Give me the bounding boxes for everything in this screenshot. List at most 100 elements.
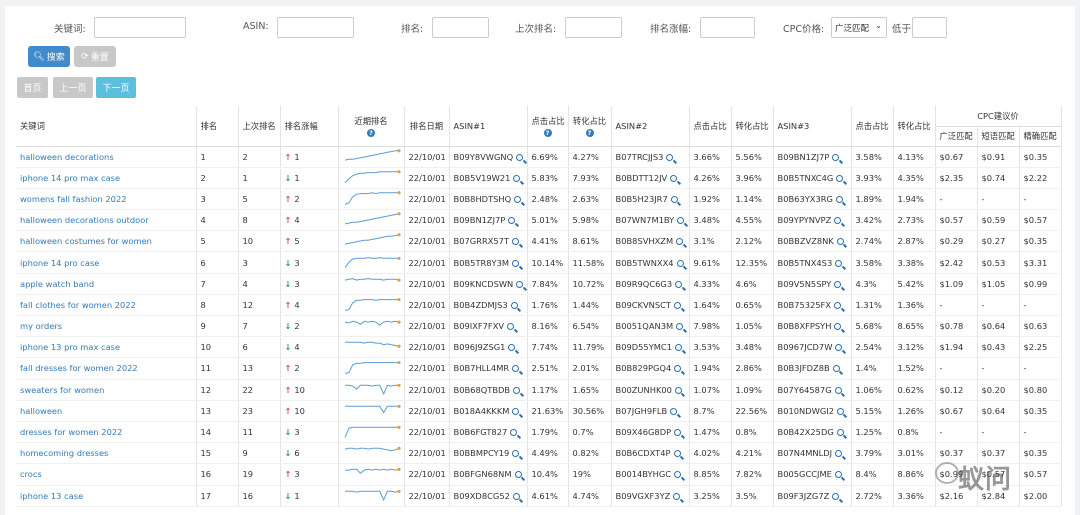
prev-page-button[interactable]: 上一页 <box>53 77 93 98</box>
col-click-share-1[interactable]: 点击占比? <box>527 106 569 147</box>
col-rank-change[interactable]: 排名涨幅 <box>280 106 339 147</box>
col-conv-share-1[interactable]: 转化占比? <box>568 106 612 147</box>
search-icon[interactable] <box>835 195 843 203</box>
search-icon[interactable] <box>670 174 678 182</box>
col-asin3[interactable]: ASIN#3 <box>773 106 852 147</box>
search-icon[interactable] <box>673 492 681 500</box>
keyword-link[interactable]: fall clothes for women 2022 <box>16 294 197 317</box>
help-icon[interactable]: ? <box>585 128 594 137</box>
search-icon[interactable] <box>836 407 844 415</box>
search-icon[interactable] <box>513 174 521 182</box>
col-asin2[interactable]: ASIN#2 <box>611 106 690 147</box>
keyword-link[interactable]: iphone 13 pro max case <box>16 336 197 359</box>
keyword-link[interactable]: iphone 14 pro max case <box>16 167 197 189</box>
search-icon[interactable] <box>835 450 843 458</box>
search-icon[interactable] <box>512 450 520 458</box>
col-trend[interactable]: 近期排名? <box>338 106 405 147</box>
search-icon[interactable] <box>676 323 684 331</box>
rank-input[interactable] <box>432 17 489 38</box>
search-icon[interactable] <box>674 301 681 309</box>
search-icon[interactable] <box>508 217 516 225</box>
keyword-link[interactable]: homecoming dresses <box>16 442 197 465</box>
search-icon[interactable] <box>676 259 684 267</box>
keyword-link[interactable]: dresses for women 2022 <box>16 421 197 444</box>
help-icon[interactable]: ? <box>543 128 552 137</box>
keyword-link[interactable]: fall dresses for women 2022 <box>16 357 197 380</box>
search-icon[interactable] <box>676 238 684 246</box>
col-conv-share-3[interactable]: 转化占比 <box>893 106 936 147</box>
search-icon[interactable] <box>677 217 685 225</box>
col-rank[interactable]: 排名 <box>196 106 239 147</box>
keyword-link[interactable]: iphone 14 pro case <box>16 251 197 274</box>
search-icon[interactable] <box>674 429 682 437</box>
search-icon[interactable] <box>835 259 843 267</box>
keyword-link[interactable]: apple watch band <box>16 273 197 295</box>
search-icon[interactable] <box>670 195 678 203</box>
col-cpc-phrase[interactable]: 短语匹配 <box>977 126 1020 147</box>
search-icon[interactable] <box>673 450 681 458</box>
help-icon[interactable]: ? <box>367 128 375 137</box>
keyword-link[interactable]: crocs <box>16 463 197 486</box>
search-icon[interactable] <box>834 301 842 309</box>
search-icon[interactable] <box>516 153 524 161</box>
next-page-button[interactable]: 下一页 <box>96 77 136 98</box>
search-icon[interactable] <box>516 280 524 288</box>
last-rank-input[interactable] <box>565 17 622 38</box>
search-icon[interactable] <box>834 280 842 288</box>
search-icon[interactable] <box>510 429 518 437</box>
cpc-match-select[interactable]: 广泛匹配 ⌄ <box>831 17 887 38</box>
search-icon[interactable] <box>514 471 522 479</box>
search-icon[interactable] <box>510 301 518 309</box>
search-icon[interactable] <box>835 344 843 352</box>
keyword-input[interactable] <box>94 17 186 38</box>
search-icon[interactable] <box>832 153 840 161</box>
keyword-link[interactable]: halloween costumes for women <box>16 230 197 253</box>
keyword-link[interactable]: halloween decorations outdoor <box>16 209 197 232</box>
search-icon[interactable] <box>512 259 520 267</box>
keyword-link[interactable]: womens fall fashion 2022 <box>16 188 197 211</box>
col-last-rank[interactable]: 上次排名 <box>238 106 281 147</box>
search-icon[interactable] <box>670 407 678 415</box>
keyword-link[interactable]: my orders <box>16 315 197 338</box>
keyword-link[interactable]: sweaters for women <box>16 379 197 401</box>
search-icon[interactable] <box>666 153 674 161</box>
col-asin1[interactable]: ASIN#1 <box>449 106 528 147</box>
search-icon[interactable] <box>513 386 521 394</box>
keyword-link[interactable]: iphone 13 case <box>16 485 197 507</box>
search-icon[interactable] <box>674 365 682 373</box>
search-icon[interactable] <box>674 386 682 394</box>
search-icon[interactable] <box>512 238 520 246</box>
search-icon[interactable] <box>836 238 844 246</box>
search-icon[interactable] <box>834 217 842 225</box>
search-icon[interactable] <box>508 344 516 352</box>
search-icon[interactable] <box>834 471 842 479</box>
reset-button[interactable]: ⟳ 重置 <box>74 46 116 67</box>
col-cpc-broad[interactable]: 广泛匹配 <box>935 126 978 147</box>
search-icon[interactable] <box>836 174 844 182</box>
col-conv-share-2[interactable]: 转化占比 <box>731 106 774 147</box>
search-icon[interactable] <box>832 365 840 373</box>
col-click-share-3[interactable]: 点击占比 <box>851 106 894 147</box>
col-rank-date[interactable]: 排名日期 <box>404 106 450 147</box>
keyword-link[interactable]: halloween <box>16 400 197 422</box>
search-icon[interactable] <box>514 195 522 203</box>
search-icon[interactable] <box>832 492 840 500</box>
search-icon[interactable] <box>512 492 520 500</box>
col-keyword[interactable]: 关键词 <box>16 106 197 147</box>
search-icon[interactable] <box>836 429 844 437</box>
search-button[interactable]: 🔍︎ 搜索 <box>28 46 70 67</box>
first-page-button[interactable]: 首页 <box>17 77 48 98</box>
search-icon[interactable] <box>675 280 683 288</box>
search-icon[interactable] <box>512 407 520 415</box>
search-icon[interactable] <box>834 386 842 394</box>
cpc-price-input[interactable] <box>912 17 947 38</box>
search-icon[interactable] <box>512 365 520 373</box>
asin-input[interactable] <box>277 17 354 38</box>
col-click-share-2[interactable]: 点击占比 <box>689 106 732 147</box>
search-icon[interactable] <box>834 323 842 331</box>
search-icon[interactable] <box>675 344 682 352</box>
search-icon[interactable] <box>674 471 682 479</box>
rank-change-input[interactable] <box>700 17 755 38</box>
search-icon[interactable] <box>507 323 515 331</box>
keyword-link[interactable]: halloween decorations <box>16 146 197 168</box>
